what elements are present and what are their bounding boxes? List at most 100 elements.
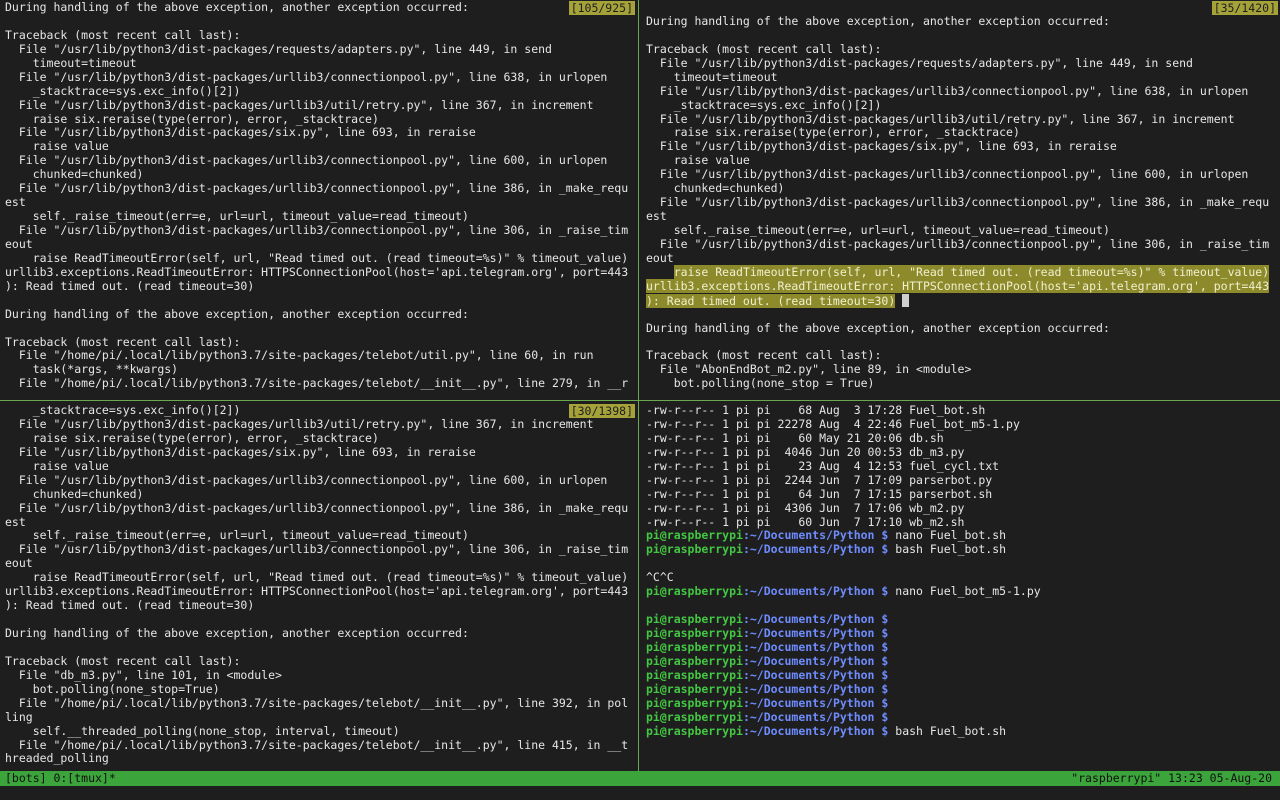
output-line: File "/usr/lib/python3/dist-packages/six… — [5, 125, 476, 140]
prompt-line: pi@raspberrypi:~/Documents/Python $ bash… — [646, 542, 1041, 557]
prompt-user-host: pi@raspberrypi — [646, 723, 743, 738]
highlighted-selection: raise ReadTimeoutError(self, url, "Read … — [673, 264, 1270, 279]
output-line: File "/usr/lib/python3/dist-packages/url… — [5, 97, 594, 112]
prompt-path: :~/Documents/Python $ — [742, 667, 889, 682]
prompt-line: pi@raspberrypi:~/Documents/Python $ — [646, 681, 1041, 697]
pane-output: During handling of the above exception, … — [646, 1, 1270, 391]
prompt-user-host: pi@raspberrypi — [646, 612, 743, 627]
output-line: self._raise_timeout(err=e, url=url, time… — [646, 223, 1110, 237]
output-line: ): Read timed out. (read timeout=30) — [5, 278, 255, 293]
output-line: -rw-r--r-- 1 pi pi 60 Jun 7 17:10 wb_m2.… — [646, 514, 965, 529]
prompt-path: :~/Documents/Python $ — [742, 528, 889, 543]
output-line: eout — [646, 250, 674, 265]
prompt-path: :~/Documents/Python $ — [742, 653, 889, 668]
output-line: raise six.reraise(type(error), error, _s… — [646, 125, 1020, 140]
output-line: File "/usr/lib/python3/dist-packages/req… — [646, 55, 1193, 70]
prompt-user-host: pi@raspberrypi — [646, 542, 743, 557]
output-line: File "/usr/lib/python3/dist-packages/url… — [5, 69, 608, 84]
output-line: File "/home/pi/.local/lib/python3.7/site… — [5, 737, 629, 752]
scroll-position-badge: [30/1398] — [568, 404, 635, 418]
prompt-path: :~/Documents/Python $ — [742, 723, 889, 738]
terminal-bottom-padding — [0, 786, 1280, 800]
output-line: File "/home/pi/.local/lib/python3.7/site… — [5, 695, 629, 710]
output-line: self._raise_timeout(err=e, url=url, time… — [5, 209, 469, 224]
session-window-list[interactable]: [bots] 0:[tmux]* — [5, 771, 116, 786]
command-text: nano Fuel_bot_m5-1.py — [888, 584, 1041, 599]
output-line: eout — [5, 556, 33, 571]
output-line: File "/usr/lib/python3/dist-packages/req… — [5, 41, 552, 56]
command-text: bash Fuel_bot.sh — [888, 723, 1007, 738]
output-line: Traceback (most recent call last): — [646, 41, 882, 56]
prompt-line: pi@raspberrypi:~/Documents/Python $ — [646, 667, 1041, 683]
command-text: bash Fuel_bot.sh — [888, 542, 1007, 557]
output-line: ling — [5, 709, 33, 724]
output-line: Traceback (most recent call last): — [646, 348, 882, 363]
output-line: ^C^C — [646, 570, 674, 585]
output-line: File "/usr/lib/python3/dist-packages/url… — [5, 181, 629, 196]
pane-divider-vertical[interactable] — [638, 0, 639, 771]
output-line: File "/usr/lib/python3/dist-packages/url… — [5, 472, 608, 487]
output-line: _stacktrace=sys.exc_info()[2]) — [5, 403, 241, 417]
output-line: urllib3.exceptions.ReadTimeoutError: HTT… — [5, 584, 629, 599]
output-line: File "/home/pi/.local/lib/python3.7/site… — [5, 376, 629, 391]
pane-top-right[interactable]: During handling of the above exception, … — [641, 0, 1280, 399]
output-line: ): Read timed out. (read timeout=30) — [5, 598, 255, 613]
output-line: _stacktrace=sys.exc_info()[2]) — [646, 97, 882, 112]
command-text: nano Fuel_bot.sh — [888, 528, 1007, 543]
scroll-position-badge: [105/925] — [568, 1, 635, 15]
output-line: chunked=chunked) — [5, 167, 144, 182]
output-line: urllib3.exceptions.ReadTimeoutError: HTT… — [5, 264, 629, 279]
output-line: Traceback (most recent call last): — [5, 27, 241, 42]
output-line: bot.polling(none_stop=True) — [5, 681, 220, 696]
output-line: eout — [5, 236, 33, 251]
output-line: -rw-r--r-- 1 pi pi 4306 Jun 7 17:06 wb_m… — [646, 500, 965, 515]
output-line: hreaded_polling — [5, 751, 109, 766]
prompt-user-host: pi@raspberrypi — [646, 695, 743, 710]
output-line: Traceback (most recent call last): — [5, 334, 241, 349]
output-line: raise ReadTimeoutError(self, url, "Read … — [646, 264, 1270, 280]
pane-divider-horizontal-right[interactable] — [639, 400, 1280, 401]
output-line: est — [5, 514, 26, 529]
output-line: -rw-r--r-- 1 pi pi 68 Aug 3 17:28 Fuel_b… — [646, 403, 986, 417]
output-line: urllib3.exceptions.ReadTimeoutError: HTT… — [646, 278, 1270, 294]
output-line: During handling of the above exception, … — [5, 626, 469, 640]
pane-bottom-right[interactable]: -rw-r--r-- 1 pi pi 68 Aug 3 17:28 Fuel_b… — [641, 403, 1280, 771]
prompt-path: :~/Documents/Python $ — [742, 612, 889, 627]
output-line: File "/usr/lib/python3/dist-packages/url… — [646, 236, 1270, 251]
output-line: raise value — [646, 153, 750, 168]
prompt-user-host: pi@raspberrypi — [646, 681, 743, 696]
prompt-path: :~/Documents/Python $ — [742, 695, 889, 710]
prompt-line: pi@raspberrypi:~/Documents/Python $ — [646, 640, 1041, 655]
output-line: raise six.reraise(type(error), error, _s… — [5, 430, 379, 445]
output-line: During handling of the above exception, … — [646, 13, 1110, 28]
pane-bottom-left[interactable]: _stacktrace=sys.exc_info()[2]) File "/us… — [0, 403, 637, 771]
prompt-path: :~/Documents/Python $ — [742, 709, 889, 724]
output-line: chunked=chunked) — [5, 486, 144, 501]
output-line: -rw-r--r-- 1 pi pi 4046 Jun 20 00:53 db_… — [646, 444, 965, 459]
output-line: bot.polling(none_stop = True) — [646, 376, 875, 391]
text-cursor — [902, 293, 910, 307]
pane-divider-horizontal-left[interactable] — [0, 400, 638, 401]
output-line: File "/usr/lib/python3/dist-packages/url… — [646, 195, 1270, 210]
prompt-user-host: pi@raspberrypi — [646, 528, 743, 543]
prompt-user-host: pi@raspberrypi — [646, 667, 743, 682]
pane-output: _stacktrace=sys.exc_info()[2]) File "/us… — [5, 403, 629, 766]
pane-top-left[interactable]: During handling of the above exception, … — [0, 0, 637, 399]
output-line: -rw-r--r-- 1 pi pi 23 Aug 4 12:53 fuel_c… — [646, 458, 1000, 473]
highlighted-selection: urllib3.exceptions.ReadTimeoutError: HTT… — [646, 278, 1270, 293]
output-line: File "/usr/lib/python3/dist-packages/url… — [5, 542, 629, 557]
output-line: raise six.reraise(type(error), error, _s… — [5, 111, 379, 126]
prompt-path: :~/Documents/Python $ — [742, 584, 889, 599]
output-line: -rw-r--r-- 1 pi pi 64 Jun 7 17:15 parser… — [646, 486, 993, 501]
output-line: est — [646, 209, 667, 224]
